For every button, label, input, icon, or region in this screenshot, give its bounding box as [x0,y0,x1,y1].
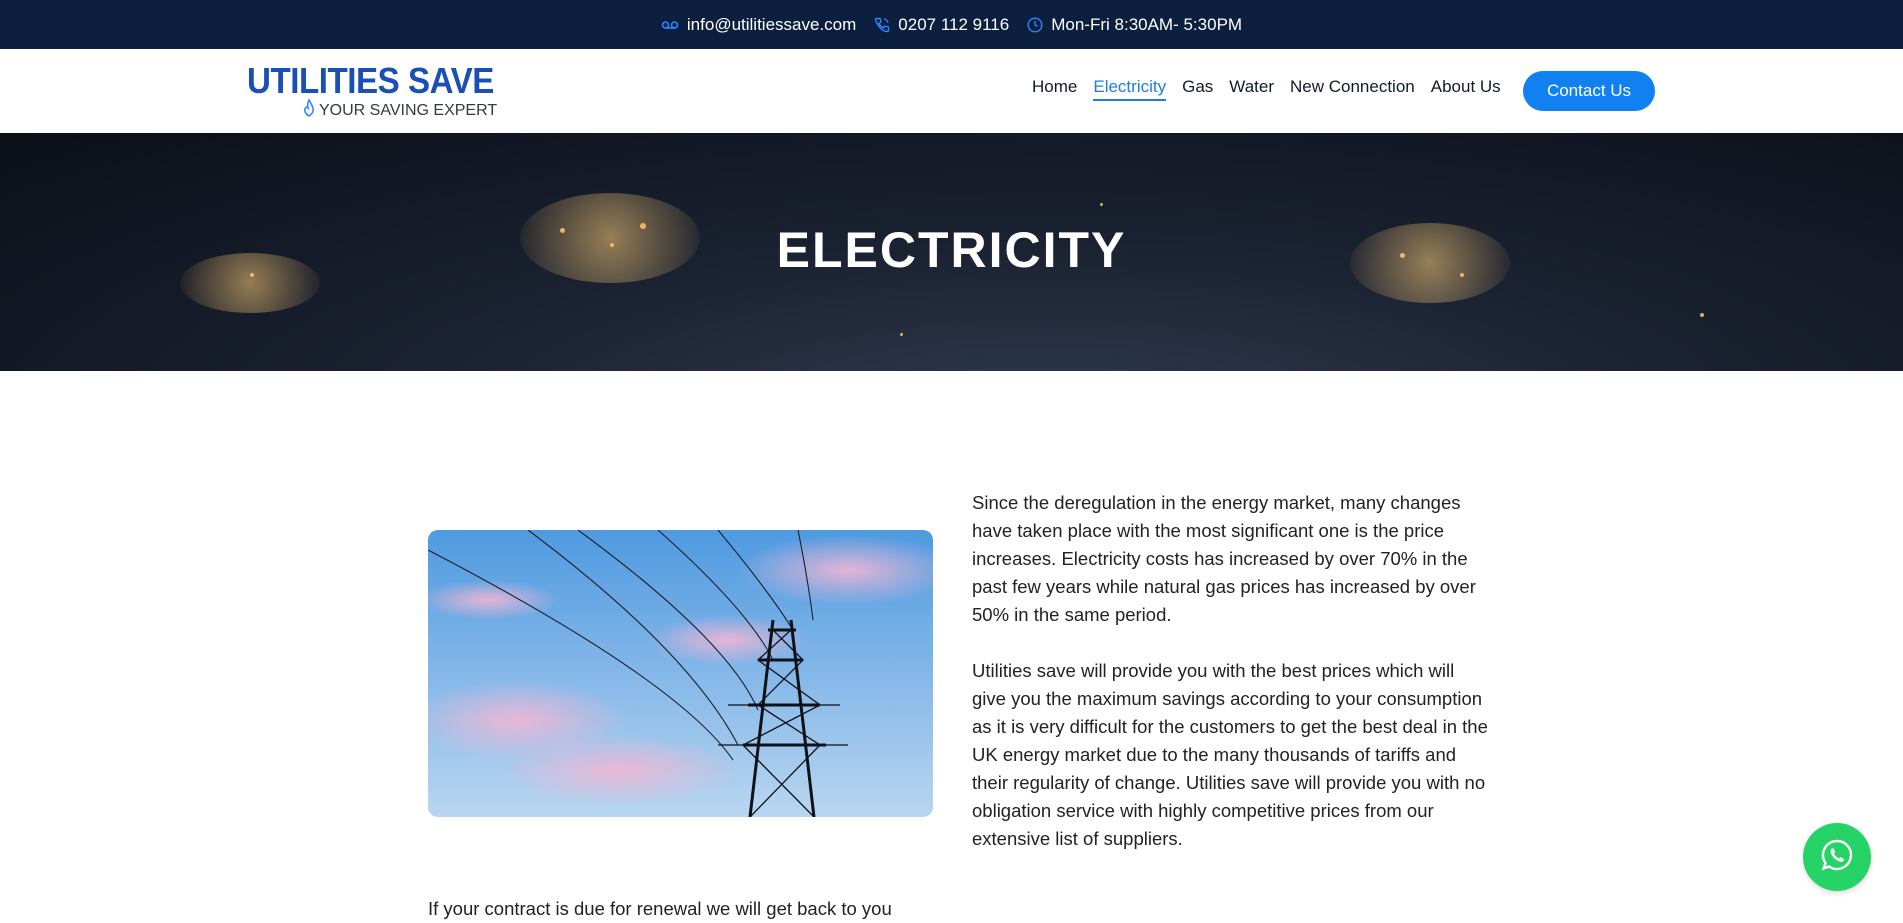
whatsapp-button[interactable] [1803,823,1871,891]
whatsapp-icon [1820,838,1854,877]
paragraph-renewal: If your contract is due for renewal we w… [428,898,892,919]
hours-text: Mon-Fri 8:30AM- 5:30PM [1051,14,1243,34]
logo-wordmark: UTILITIES SAVE [247,60,494,101]
nav-gas[interactable]: Gas [1182,77,1213,101]
paragraph-deregulation: Since the deregulation in the energy mar… [972,492,1476,625]
email-contact[interactable]: info@utilitiessave.com [661,15,856,35]
voicemail-icon [661,19,679,31]
logo-tagline-text: YOUR SAVING EXPERT [319,101,498,119]
hero-banner: ELECTRICITY [0,133,1903,371]
hours-info: Mon-Fri 8:30AM- 5:30PM [1027,15,1242,35]
logo-tagline: YOUR SAVING EXPERT [303,98,498,122]
city-light [1100,203,1103,206]
main-navbar: UTILITIES SAVE YOUR SAVING EXPERT Home E… [0,49,1903,133]
electricity-description: Since the deregulation in the energy mar… [972,489,1492,881]
primary-nav: Home Electricity Gas Water New Connectio… [1032,77,1501,101]
nav-about-us[interactable]: About Us [1431,77,1501,101]
top-contact-bar: info@utilitiessave.com 0207 112 9116 Mon… [0,0,1903,49]
city-light [1700,313,1704,317]
phone-icon [874,17,890,33]
nav-new-connection[interactable]: New Connection [1290,77,1415,101]
site-logo[interactable]: UTILITIES SAVE YOUR SAVING EXPERT [247,60,497,119]
email-text: info@utilitiessave.com [686,14,857,34]
hero-title: ELECTRICITY [776,222,1127,278]
paragraph-best-prices: Utilities save will provide you with the… [972,660,1488,849]
nav-home[interactable]: Home [1032,77,1077,101]
nav-electricity[interactable]: Electricity [1093,77,1167,101]
phone-contact[interactable]: 0207 112 9116 [874,15,1009,35]
contact-us-button[interactable]: Contact Us [1523,71,1655,111]
power-line-image [428,530,933,817]
flame-icon [303,98,315,122]
city-light [900,333,903,336]
phone-text: 0207 112 9116 [898,14,1010,34]
clock-icon [1027,16,1043,33]
nav-water[interactable]: Water [1229,77,1274,101]
